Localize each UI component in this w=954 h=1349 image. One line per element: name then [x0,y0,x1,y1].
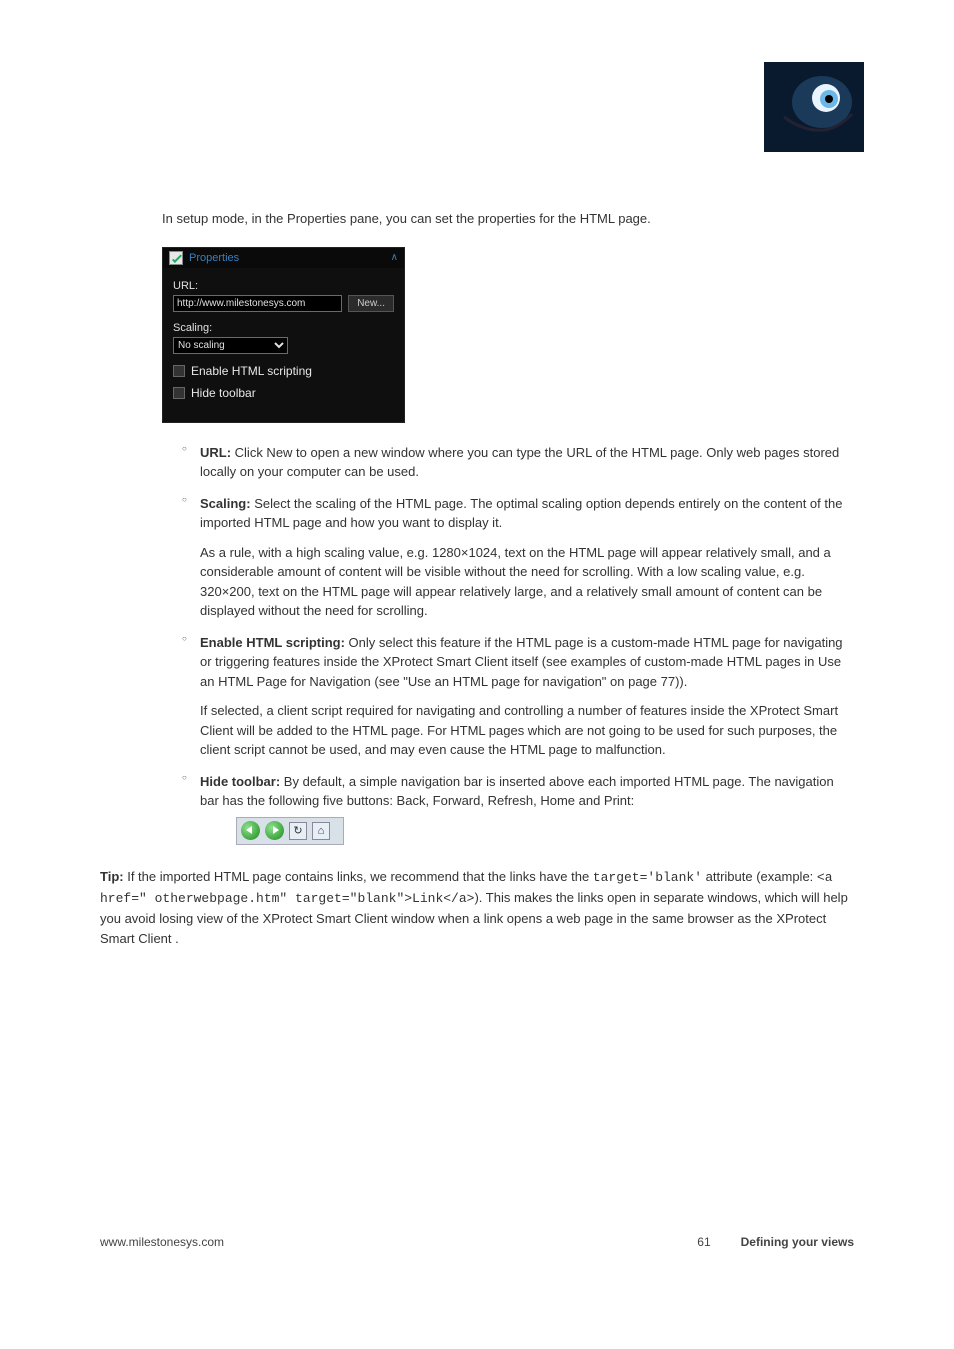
brand-logo [764,62,864,152]
page-footer: www.milestonesys.com 61 Defining your vi… [100,1235,854,1249]
panel-header[interactable]: Properties ∧ [163,248,404,268]
nav-forward-icon [265,821,284,840]
scaling-select[interactable]: No scaling [173,337,288,354]
panel-title: Properties [189,252,391,264]
nav-refresh-icon: ↻ [289,822,307,840]
tip-paragraph: Tip: If the imported HTML page contains … [100,867,854,950]
hide-toolbar-label: Hide toolbar [191,386,256,400]
checkbox-icon [173,387,185,399]
url-input[interactable] [173,295,342,312]
nav-back-icon [241,821,260,840]
code-target-blank: target='blank' [593,870,702,885]
checkbox-icon [173,365,185,377]
nav-home-icon: ⌂ [312,822,330,840]
collapse-icon[interactable]: ∧ [391,252,398,263]
tip-label: Tip: [100,869,124,884]
properties-bullet-list: URL: Click New to open a new window wher… [182,443,854,845]
new-button[interactable]: New... [348,295,394,312]
footer-section: Defining your views [741,1235,854,1249]
properties-panel: Properties ∧ URL: New... Scaling: No sca… [162,247,405,423]
navigation-toolbar-preview: ↻ ⌂ [236,817,344,845]
panel-header-checkbox-icon [169,251,183,265]
url-label: URL: [173,280,394,292]
bullet-url: URL: Click New to open a new window wher… [182,443,854,482]
enable-scripting-label: Enable HTML scripting [191,364,312,378]
bullet-hide-toolbar: Hide toolbar: By default, a simple navig… [182,772,854,845]
bullet-enable-scripting: Enable HTML scripting: Only select this … [182,633,854,760]
scaling-label: Scaling: [173,322,394,334]
hide-toolbar-checkbox[interactable]: Hide toolbar [173,386,394,400]
intro-paragraph: In setup mode, in the Properties pane, y… [162,210,854,229]
enable-scripting-checkbox[interactable]: Enable HTML scripting [173,364,394,378]
bullet-scaling: Scaling: Select the scaling of the HTML … [182,494,854,621]
footer-website: www.milestonesys.com [100,1235,224,1249]
footer-page-number: 61 [697,1235,710,1249]
